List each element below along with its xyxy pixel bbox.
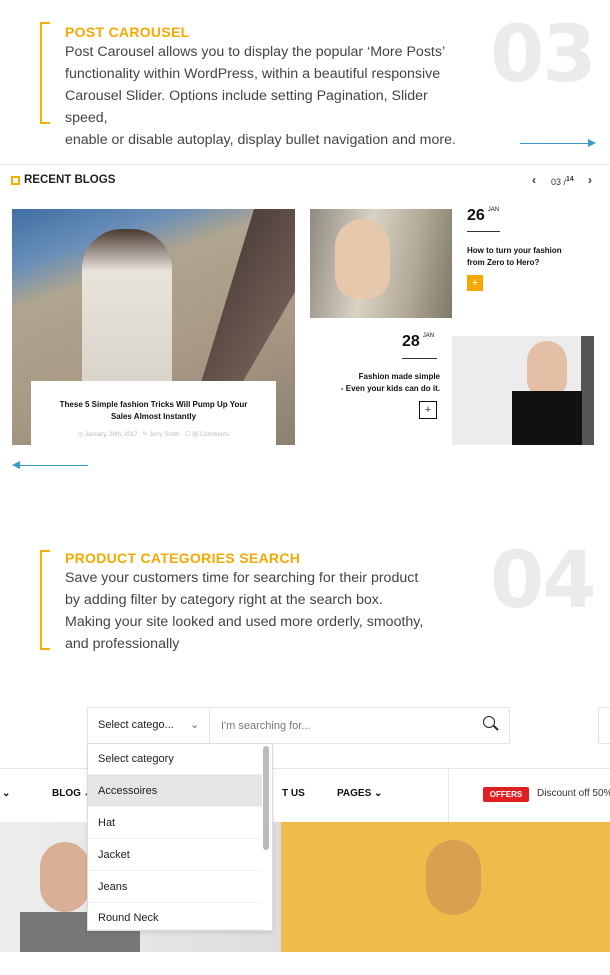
post3-title[interactable]: Fashion made simple - Even your kids can … [341,371,440,395]
section-heading: RECENT BLOGS [24,174,116,186]
feature-number: 03 [490,10,597,100]
square-icon [11,176,20,185]
bracket-decoration [40,550,50,650]
post2-title[interactable]: How to turn your fashion from Zero to Her… [467,245,562,269]
dropdown-option-highlighted[interactable]: Accessoires [88,775,262,807]
post3-image[interactable] [452,336,594,445]
nav-pages[interactable]: PAGES ⌄ [337,788,382,799]
dropdown-option[interactable]: Select category [88,743,262,775]
feature-title: PRODUCT CATEGORIES SEARCH [65,550,301,566]
feature-description: Post Carousel allows you to display the … [65,44,456,148]
post2-image[interactable] [310,209,452,318]
post3-more-button[interactable]: + [419,401,437,419]
dropdown-option[interactable]: Hat [88,807,262,839]
nav-contact[interactable]: T US [282,788,305,799]
feature-number: 04 [490,536,597,626]
partial-box [598,707,610,744]
banner-image-right[interactable] [281,822,610,952]
feature-title: POST CAROUSEL [65,24,190,40]
page-indicator: 03 /14 [551,176,574,187]
main-post-meta: ◷ January, 26th, 2017 ✎ Jerry Smith ☐ 36… [78,432,229,438]
dropdown-scrollbar[interactable] [263,746,269,850]
offers-badge: OFFERS [483,787,529,802]
search-bar: Select catego... ⌄ [87,707,510,744]
main-post-caption: These 5 Simple fashion Tricks Will Pump … [31,381,276,445]
post3-date: 28 JAN [402,333,435,350]
dropdown-option[interactable]: Round Neck [88,903,262,930]
next-button[interactable]: › [588,173,592,187]
arrow-left-icon [20,465,88,466]
post2-date: 26 JAN [467,207,500,224]
offers-text[interactable]: Discount off 50% [537,788,610,799]
search-input[interactable] [211,708,471,743]
dropdown-option[interactable]: Jacket [88,839,262,871]
category-select[interactable]: Select catego... ⌄ [88,708,210,743]
main-post-title[interactable]: These 5 Simple fashion Tricks Will Pump … [31,399,276,423]
prev-button[interactable]: ‹ [532,173,536,187]
nav-chevron-icon[interactable]: ⌄ [2,788,10,799]
divider [0,164,610,165]
dropdown-option[interactable]: Jeans [88,871,262,903]
arrow-right-icon [520,143,590,144]
bracket-decoration [40,22,50,124]
post2-more-button[interactable]: + [467,275,483,291]
feature-description: Save your customers time for searching f… [65,570,424,652]
